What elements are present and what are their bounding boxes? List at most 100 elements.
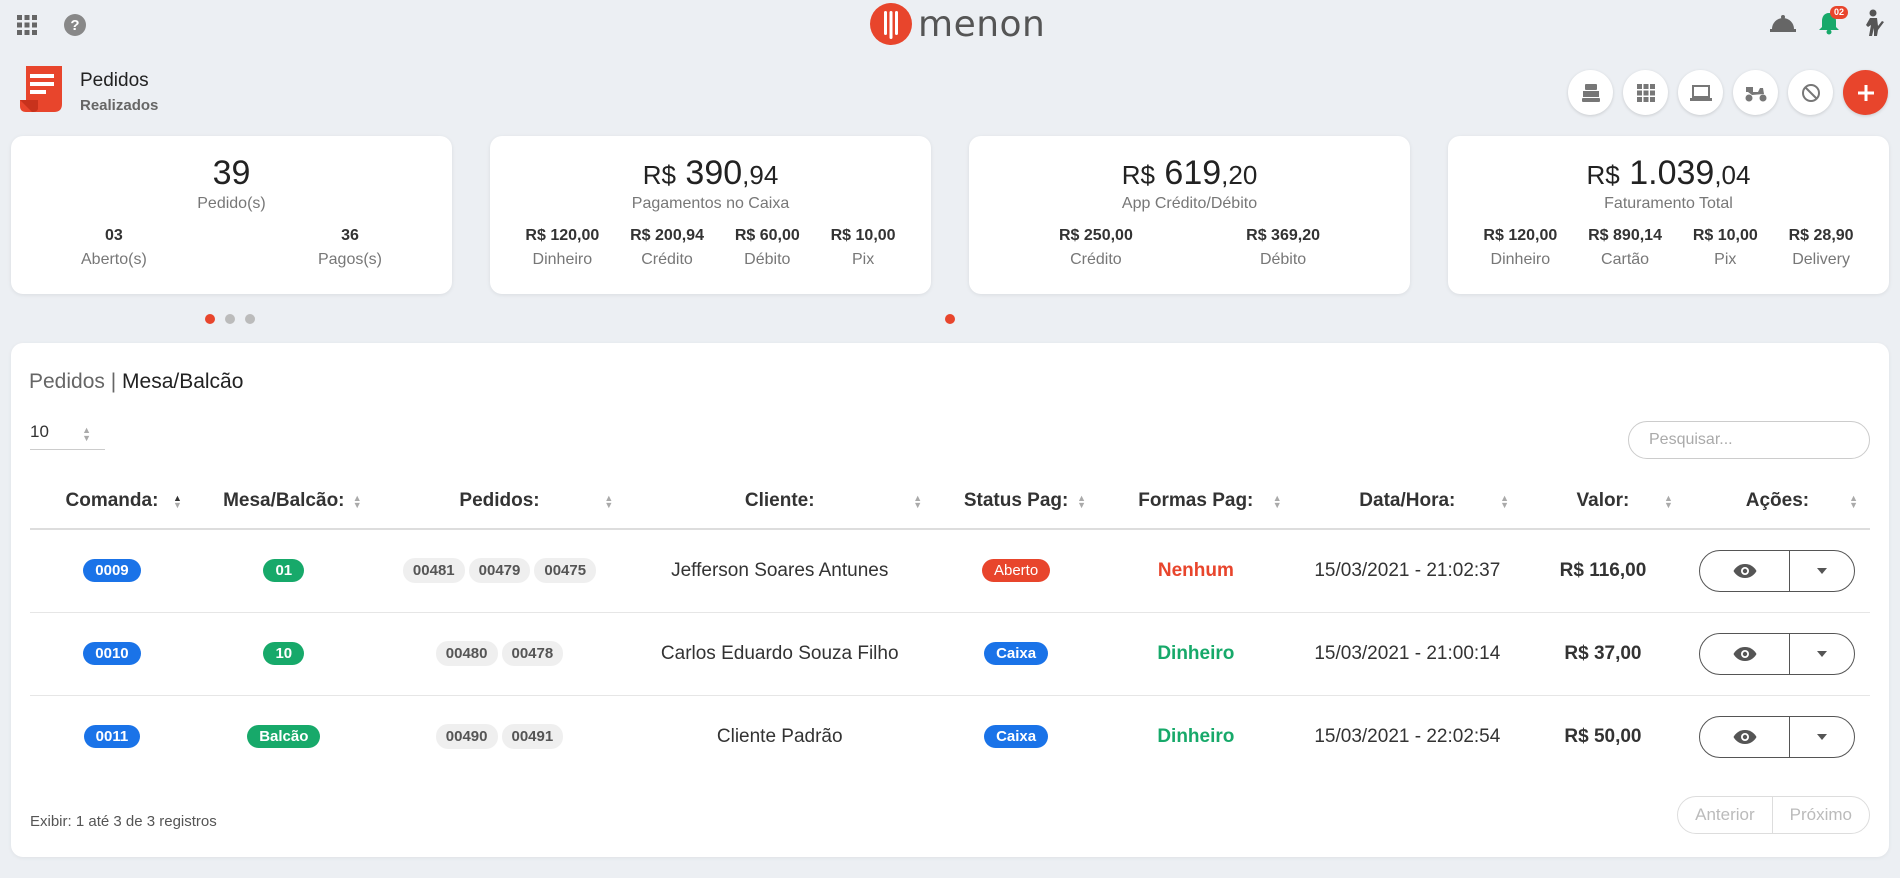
search-input[interactable] <box>1628 421 1870 459</box>
delivery-button[interactable] <box>1733 70 1778 115</box>
card-stat: R$ 28,90 Delivery <box>1788 227 1854 268</box>
sort-icon: ▲ ▼ <box>1500 493 1509 510</box>
pedido-chip[interactable]: 00481 <box>402 558 465 584</box>
sort-icon: ▲ ▼ <box>913 493 923 510</box>
next-page-button[interactable]: Próximo <box>1771 797 1869 833</box>
sort-arrows-icon: ▲ ▼ <box>82 425 91 443</box>
sort-icon: ▲ ▼ <box>1849 493 1858 510</box>
view-button[interactable] <box>1700 716 1791 757</box>
cliente-cell: Carlos Eduardo Souza Filho <box>625 612 935 696</box>
view-button[interactable] <box>1700 550 1791 591</box>
carousel-dot[interactable] <box>225 314 235 324</box>
table-info: Exibir: 1 até 3 de 3 registros <box>30 813 217 830</box>
forma-pag: Dinheiro <box>1157 642 1235 664</box>
more-actions-dropdown[interactable] <box>1790 634 1854 674</box>
header-actions <box>1568 70 1888 115</box>
logo-mark-icon <box>870 3 912 45</box>
pedido-chip[interactable]: 00480 <box>435 641 498 666</box>
comanda-badge[interactable]: 0011 <box>83 725 141 749</box>
sort-icon: ▲ ▼ <box>1663 493 1673 510</box>
card-stat: R$ 369,20 Débito <box>1246 227 1320 268</box>
column-header-cliente[interactable]: Cliente: ▲ ▼ <box>625 473 935 530</box>
pedido-chip[interactable]: 00475 <box>534 558 597 584</box>
card-amount: R$ 390,94 <box>642 154 779 192</box>
user-figure-icon[interactable] <box>1862 9 1888 36</box>
card-label: Pagamentos no Caixa <box>631 195 790 212</box>
comanda-badge[interactable]: 0010 <box>83 642 141 665</box>
card-stat: R$ 120,00 Dinheiro <box>525 227 600 268</box>
orders-count-card: 39 Pedido(s) 03 Aberto(s) 36 Pagos(s) <box>11 136 452 294</box>
column-header-acoes[interactable]: Ações: ▲ ▼ <box>1684 473 1870 530</box>
laptop-button[interactable] <box>1678 70 1723 115</box>
comanda-badge[interactable]: 0009 <box>83 559 141 583</box>
orders-panel: Pedidos | Mesa/Balcão 10 ▲▼ Comanda:▲▼ M… <box>11 343 1889 857</box>
app-payments-card: R$ 619,20 App Crédito/Débito R$ 250,00 Cr… <box>969 136 1410 294</box>
cliente-cell: Cliente Padrão <box>716 725 843 747</box>
card-stat: 03 Aberto(s) <box>81 227 147 268</box>
card-stat: R$ 890,14 Cartão <box>1588 227 1662 268</box>
card-stat: R$ 250,00 Crédito <box>1059 227 1133 268</box>
page-header: Pedidos Realizados <box>18 64 158 119</box>
page-title: Pedidos <box>80 69 149 91</box>
logo-text: menon <box>918 3 1046 45</box>
scooter-icon <box>1745 86 1766 101</box>
card-label: Pedido(s) <box>197 195 266 212</box>
eye-icon <box>1733 646 1757 661</box>
carousel-dot[interactable] <box>945 314 955 324</box>
top-bar: ? menon 02 <box>0 0 1900 48</box>
eye-icon <box>1733 729 1757 744</box>
prev-page-button[interactable]: Anterior <box>1678 797 1772 833</box>
sort-icon: ▲ ▼ <box>352 493 362 510</box>
cash-register-button[interactable] <box>1568 70 1613 115</box>
notification-badge: 02 <box>1829 6 1848 19</box>
cash-register-icon <box>1581 83 1600 102</box>
valor-cell: R$ 116,00 <box>1521 529 1685 613</box>
column-header-pedidos[interactable]: Pedidos: ▲ ▼ <box>373 473 626 530</box>
carousel-dot[interactable] <box>245 314 255 324</box>
forma-pag: Dinheiro <box>1157 725 1235 747</box>
pedido-chip[interactable]: 00491 <box>501 724 564 750</box>
carousel-dot[interactable] <box>205 314 215 324</box>
page-length-select[interactable]: 10 ▲ ▼ <box>30 420 105 450</box>
tables-grid-button[interactable] <box>1623 70 1668 115</box>
table-row: 0011 Balcão 00490 00491 Cliente Padrão Ca… <box>30 695 1870 778</box>
card-stat: R$ 10,00 Pix <box>1692 227 1758 268</box>
pedido-chip[interactable]: 00478 <box>501 641 564 666</box>
data-hora-cell: 15/03/2021 - 22:02:54 <box>1314 725 1501 747</box>
pedido-chip[interactable]: 00479 <box>468 558 531 584</box>
more-actions-dropdown[interactable] <box>1790 551 1854 591</box>
pedido-chip[interactable]: 00490 <box>435 724 498 750</box>
more-actions-dropdown[interactable] <box>1790 717 1854 757</box>
status-badge: Caixa <box>984 642 1049 665</box>
eye-icon <box>1733 563 1757 578</box>
view-button[interactable] <box>1700 633 1791 674</box>
valor-cell: R$ 37,00 <box>1521 612 1685 696</box>
cloche-icon[interactable] <box>1770 10 1796 36</box>
card-amount: R$ 1.039,04 <box>1586 154 1751 192</box>
column-header-valor[interactable]: Valor: ▲ ▼ <box>1521 473 1685 530</box>
forma-pag: Nenhum <box>1157 559 1234 581</box>
total-revenue-card: R$ 1.039,04 Faturamento Total R$ 120,00 D… <box>1448 136 1889 294</box>
cliente-cell: Jefferson Soares Antunes <box>625 529 935 613</box>
notifications-button[interactable]: 02 <box>1816 6 1848 36</box>
column-header-data[interactable]: Data/Hora: ▲ ▼ <box>1293 473 1521 530</box>
card-stat: R$ 200,94 Crédito <box>630 227 704 268</box>
sort-icon: ▲ ▼ <box>1272 493 1282 510</box>
add-order-button[interactable] <box>1843 70 1888 115</box>
row-actions <box>1699 549 1856 592</box>
apps-grid-icon[interactable] <box>14 12 40 38</box>
receipt-icon <box>18 64 64 119</box>
help-icon[interactable]: ? <box>62 12 88 38</box>
status-badge: Aberto <box>981 559 1051 583</box>
card-label: App Crédito/Débito <box>1121 195 1258 212</box>
column-header-formas[interactable]: Formas Pag: ▲ ▼ <box>1098 473 1294 530</box>
summary-cards: 39 Pedido(s) 03 Aberto(s) 36 Pagos(s) R$ 3… <box>11 136 1889 294</box>
chevron-down-icon <box>1817 567 1828 574</box>
column-header-mesa[interactable]: Mesa/Balcão: ▲ ▼ <box>193 473 374 530</box>
column-header-comanda[interactable]: Comanda: ▲ ▼ <box>30 473 194 530</box>
cancelled-button[interactable] <box>1788 70 1833 115</box>
panel-title: Pedidos | Mesa/Balcão <box>29 370 244 393</box>
column-header-status[interactable]: Status Pag: ▲ ▼ <box>934 473 1099 530</box>
card-label: Faturamento Total <box>1604 195 1733 212</box>
orders-count: 39 <box>212 154 251 192</box>
